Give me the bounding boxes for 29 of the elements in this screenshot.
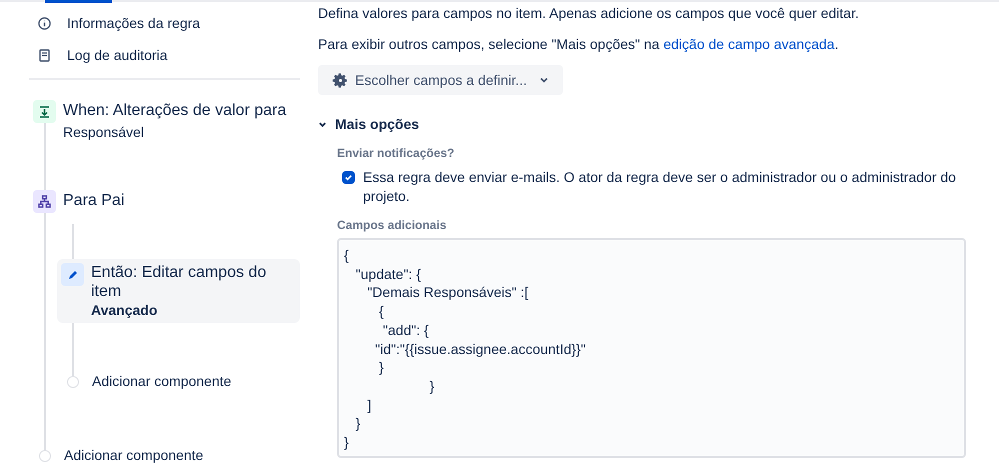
info-icon — [38, 16, 51, 30]
pencil-icon — [61, 263, 84, 286]
action-subtitle: Avançado — [91, 301, 158, 319]
settings-icon — [332, 72, 349, 88]
field-label: Campos adicionais — [337, 217, 448, 234]
branch-icon — [33, 190, 56, 212]
trigger-field: Responsável — [63, 122, 286, 142]
hint-text: Para exibir outros campos, selecione "Mais opções" na edição de campo avançada. — [318, 35, 840, 54]
active-tab-indicator — [45, 0, 112, 3]
choose-fields-button[interactable]: Escolher campos a definir... — [318, 65, 563, 95]
checkmark-icon — [344, 173, 353, 182]
nav-link[interactable]: Log de auditoria — [67, 44, 168, 66]
trigger-icon — [33, 100, 56, 123]
field-label: Enviar notificações? — [337, 145, 456, 162]
more-options-toggle[interactable]: Mais opções — [318, 114, 420, 135]
description-text: Defina valores para campos no item. Apenas adicione os campos que você quer editar. — [318, 4, 860, 23]
branch-title[interactable]: Para Pai — [63, 189, 124, 213]
advanced-edit-link[interactable]: edição de campo avançada — [663, 36, 835, 52]
nav-link[interactable]: Informações da regra — [67, 12, 200, 34]
trigger-title[interactable]: When: Alterações de valor para — [63, 100, 286, 122]
action-title: Então: Editar campos do item — [91, 263, 268, 301]
notifications-checkbox[interactable] — [342, 171, 355, 184]
json-input-field[interactable]: { "update": { "Demais Responsáveis" :[ { "add": { "id":"{{issue.assignee.accountId}}" } } ] } } — [337, 238, 966, 458]
chevron-down-icon — [538, 75, 549, 85]
action-card[interactable]: Então: Editar campos do item Avançado — [57, 259, 300, 323]
document-icon — [39, 48, 50, 62]
add-component-link[interactable]: Adicionar componente — [64, 445, 204, 463]
add-component-link[interactable]: Adicionar componente — [92, 371, 232, 392]
checkbox-label: Essa regra deve enviar e-mails. O ator da regra deve ser o administrador ou o administrador do projeto. — [363, 168, 957, 206]
